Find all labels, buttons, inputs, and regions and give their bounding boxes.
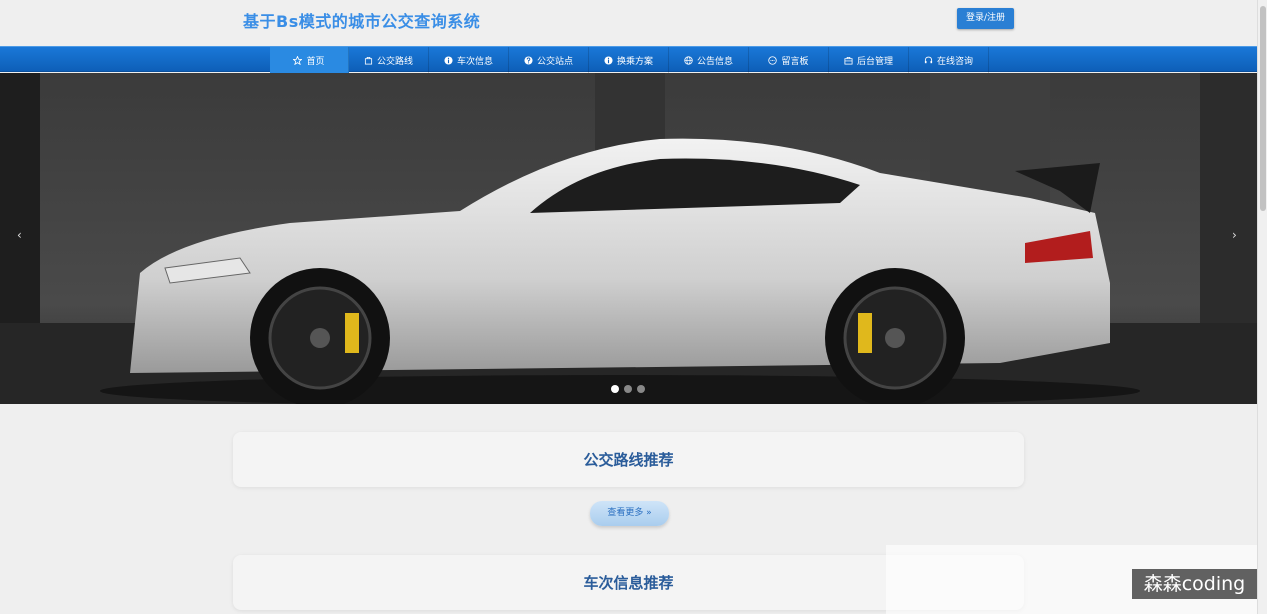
bag-icon xyxy=(364,56,373,65)
nav-item-trip-info[interactable]: 车次信息 xyxy=(429,47,509,73)
nav-item-label: 公交站点 xyxy=(536,56,573,67)
page-scrollbar[interactable] xyxy=(1257,0,1267,614)
nav-item-home[interactable]: 首页 xyxy=(270,47,349,73)
info-icon xyxy=(604,55,613,65)
view-more-button[interactable]: 查看更多 » xyxy=(590,501,669,526)
nav-item-label: 公告信息 xyxy=(696,56,733,67)
car-banner-image xyxy=(0,73,1257,404)
carousel-dot-3[interactable] xyxy=(637,385,645,393)
nav-item-label: 在线咨询 xyxy=(936,56,973,67)
carousel-dot-2[interactable] xyxy=(624,385,632,393)
carousel-next-arrow[interactable]: › xyxy=(1232,228,1237,242)
bus-route-recommend-section: 公交路线推荐 xyxy=(233,432,1024,487)
watermark: 森森coding xyxy=(1132,569,1257,599)
globe-icon xyxy=(684,55,693,65)
nav-item-bus-stops[interactable]: 公交站点 xyxy=(509,47,589,73)
login-register-button[interactable]: 登录/注册 xyxy=(957,8,1014,29)
header: 基于Bs模式的城市公交查询系统 登录/注册 xyxy=(0,0,1257,46)
carousel-prev-arrow[interactable]: ‹ xyxy=(17,228,22,242)
scrollbar-thumb[interactable] xyxy=(1260,6,1266,211)
info-icon xyxy=(444,55,453,65)
nav-item-label: 公交路线 xyxy=(376,56,413,67)
nav-item-bus-routes[interactable]: 公交路线 xyxy=(349,47,429,73)
chat-icon xyxy=(768,55,778,65)
banner-carousel[interactable]: ‹ › xyxy=(0,73,1257,404)
nav-item-label: 后台管理 xyxy=(856,56,893,67)
carousel-dots xyxy=(611,385,645,393)
nav-item-label: 留言板 xyxy=(781,56,809,67)
headset-icon xyxy=(924,56,933,63)
nav-item-message-board[interactable]: 留言板 xyxy=(749,47,829,73)
nav-item-announcements[interactable]: 公告信息 xyxy=(669,47,749,73)
nav-item-label: 换乘方案 xyxy=(616,56,653,67)
nav-item-transfer-plans[interactable]: 换乘方案 xyxy=(589,47,669,73)
section-title: 公交路线推荐 xyxy=(583,451,674,469)
nav-item-label: 车次信息 xyxy=(456,56,493,67)
nav-item-label: 首页 xyxy=(306,56,325,67)
question-icon xyxy=(524,55,533,65)
site-title: 基于Bs模式的城市公交查询系统 xyxy=(243,12,481,31)
briefcase-icon xyxy=(844,56,853,65)
carousel-dot-1[interactable] xyxy=(611,385,619,393)
nav-item-admin[interactable]: 后台管理 xyxy=(829,47,909,73)
section-title: 车次信息推荐 xyxy=(583,574,674,592)
main-nav: 首页 公交路线 车次信息 公交站点 换乘方案 公告信息 留言板 后台管理 在线咨… xyxy=(0,46,1257,73)
nav-item-online-consult[interactable]: 在线咨询 xyxy=(909,47,989,73)
star-icon xyxy=(293,55,303,65)
